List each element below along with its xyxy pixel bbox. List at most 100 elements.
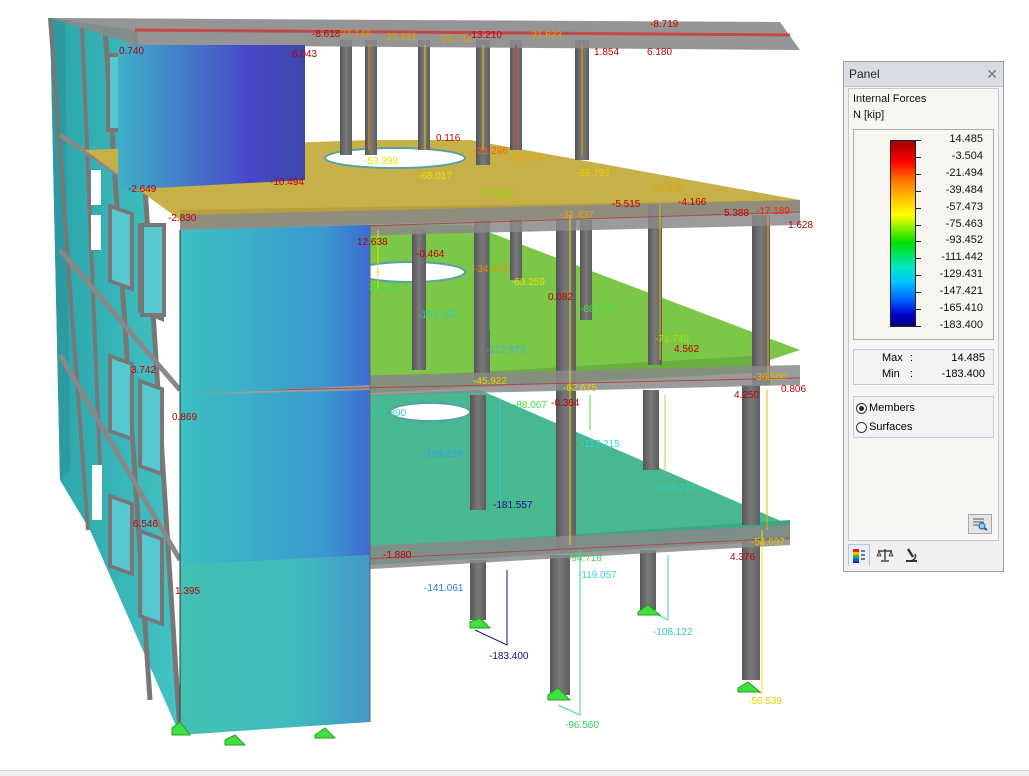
panel-header[interactable]: Panel ✕ — [844, 62, 1003, 87]
force-label: -127.973 — [486, 345, 526, 356]
force-label: -27.148 — [337, 29, 371, 40]
max-min-box: Max : 14.485 Min : -183.400 — [853, 349, 994, 385]
force-label: -108.122 — [653, 627, 693, 638]
legend-value: -147.421 — [940, 285, 983, 297]
force-label: 6.180 — [647, 47, 672, 58]
force-label: -96.560 — [565, 720, 599, 731]
force-label: -141.061 — [424, 583, 464, 594]
color-scale-icon — [852, 548, 866, 564]
radio-button[interactable] — [856, 422, 867, 433]
force-label: -106.273 — [656, 483, 696, 494]
force-label: 1.628 — [788, 220, 813, 231]
force-label: -33.231 — [383, 32, 417, 43]
display-options: Members Surfaces — [853, 396, 994, 438]
force-label: -17.189 — [756, 206, 790, 217]
force-label: -34.074 — [474, 264, 508, 275]
max-value: 14.485 — [951, 352, 985, 364]
legend-tick — [916, 258, 921, 259]
radio-button-checked[interactable] — [856, 403, 867, 414]
force-label: -54.697 — [751, 537, 785, 548]
legend-value: -183.400 — [940, 319, 983, 331]
force-label: 5.388 — [724, 208, 749, 219]
legend-tick — [916, 191, 921, 192]
force-label: -36.500 — [753, 372, 787, 383]
legend-tick — [916, 140, 921, 141]
tab-color-scale[interactable] — [848, 544, 870, 566]
force-label: -2.649 — [128, 184, 157, 195]
force-label: 4.376 — [730, 552, 755, 563]
support-icon — [738, 682, 760, 692]
legend-value: -129.431 — [940, 268, 983, 280]
radio-label: Surfaces — [869, 421, 912, 433]
legend-value: 14.485 — [949, 133, 983, 145]
legend-tick — [916, 275, 921, 276]
tab-balance[interactable] — [874, 544, 896, 566]
legend-tick — [916, 225, 921, 226]
force-label: -103.399 — [418, 310, 458, 321]
legend-tick — [916, 157, 921, 158]
min-label: Min — [882, 368, 900, 380]
force-label: -45.922 — [473, 376, 507, 387]
force-label: 1.395 — [175, 586, 200, 597]
force-label: -21.296 — [474, 146, 508, 157]
force-label: 12.638 — [357, 237, 388, 248]
legend-value: -111.442 — [941, 251, 983, 263]
force-label: -35.835 — [650, 183, 684, 194]
legend-value: -57.473 — [946, 201, 983, 213]
microscope-icon — [903, 547, 919, 563]
results-panel: Panel ✕ Internal Forces N [kip] 14.485-3… — [843, 61, 1004, 572]
force-label: -8.719 — [650, 19, 679, 30]
force-label: -1.880 — [383, 550, 412, 561]
force-label: 0.869 — [172, 412, 197, 423]
legend-value: -21.494 — [946, 167, 983, 179]
force-label: -0.364 — [551, 398, 580, 409]
force-label: -5.515 — [612, 199, 641, 210]
legend-value: -75.463 — [946, 218, 983, 230]
max-label: Max — [882, 352, 903, 364]
force-label: -13.210 — [468, 30, 502, 41]
force-label: -94.718 — [568, 553, 602, 564]
result-type-label: Internal Forces — [853, 93, 926, 105]
color-scale-bar — [890, 140, 916, 327]
legend-tick — [916, 208, 921, 209]
force-label: -10.494 — [270, 177, 304, 188]
tab-microscope[interactable] — [900, 544, 922, 566]
force-label: -56.539 — [748, 696, 782, 707]
force-label: -38.477 — [509, 153, 543, 164]
force-label: 4.562 — [674, 344, 699, 355]
force-label: -31.437 — [560, 210, 594, 221]
zoom-list-icon — [972, 517, 988, 531]
force-label: -4.166 — [678, 197, 707, 208]
force-label: 0.116 — [436, 133, 461, 144]
force-label: -88.718 — [580, 304, 614, 315]
close-icon[interactable]: ✕ — [986, 67, 998, 81]
force-label: 3.742 — [131, 365, 156, 376]
radio-members[interactable]: Members — [856, 399, 915, 417]
min-value: -183.400 — [942, 368, 985, 380]
zoom-list-button[interactable] — [968, 514, 992, 534]
legend-tick — [916, 174, 921, 175]
force-label: -88.067 — [513, 400, 547, 411]
force-label: -31.633 — [528, 30, 562, 41]
panel-body: Internal Forces N [kip] 14.485-3.504-21.… — [848, 88, 999, 541]
force-label: 0.806 — [781, 384, 806, 395]
force-label: -68.017 — [418, 171, 452, 182]
force-label: 0.740 — [119, 46, 144, 57]
radio-label: Members — [869, 402, 915, 414]
force-label: -2.830 — [168, 213, 197, 224]
force-label: 6.546 — [133, 519, 158, 530]
force-label: -0.464 — [416, 249, 445, 260]
legend-value: -39.484 — [946, 184, 983, 196]
legend-value: -93.452 — [946, 234, 983, 246]
legend-tick — [916, 292, 921, 293]
force-label: -79.052 — [480, 189, 514, 200]
status-strip — [0, 770, 1029, 776]
radio-surfaces[interactable]: Surfaces — [856, 418, 912, 436]
force-label: -181.557 — [493, 500, 533, 511]
legend-tick — [916, 241, 921, 242]
support-icon — [225, 735, 245, 745]
min-colon: : — [910, 368, 913, 380]
panel-title: Panel — [849, 67, 880, 81]
force-label: -183.400 — [489, 651, 529, 662]
support-icon — [315, 728, 335, 738]
